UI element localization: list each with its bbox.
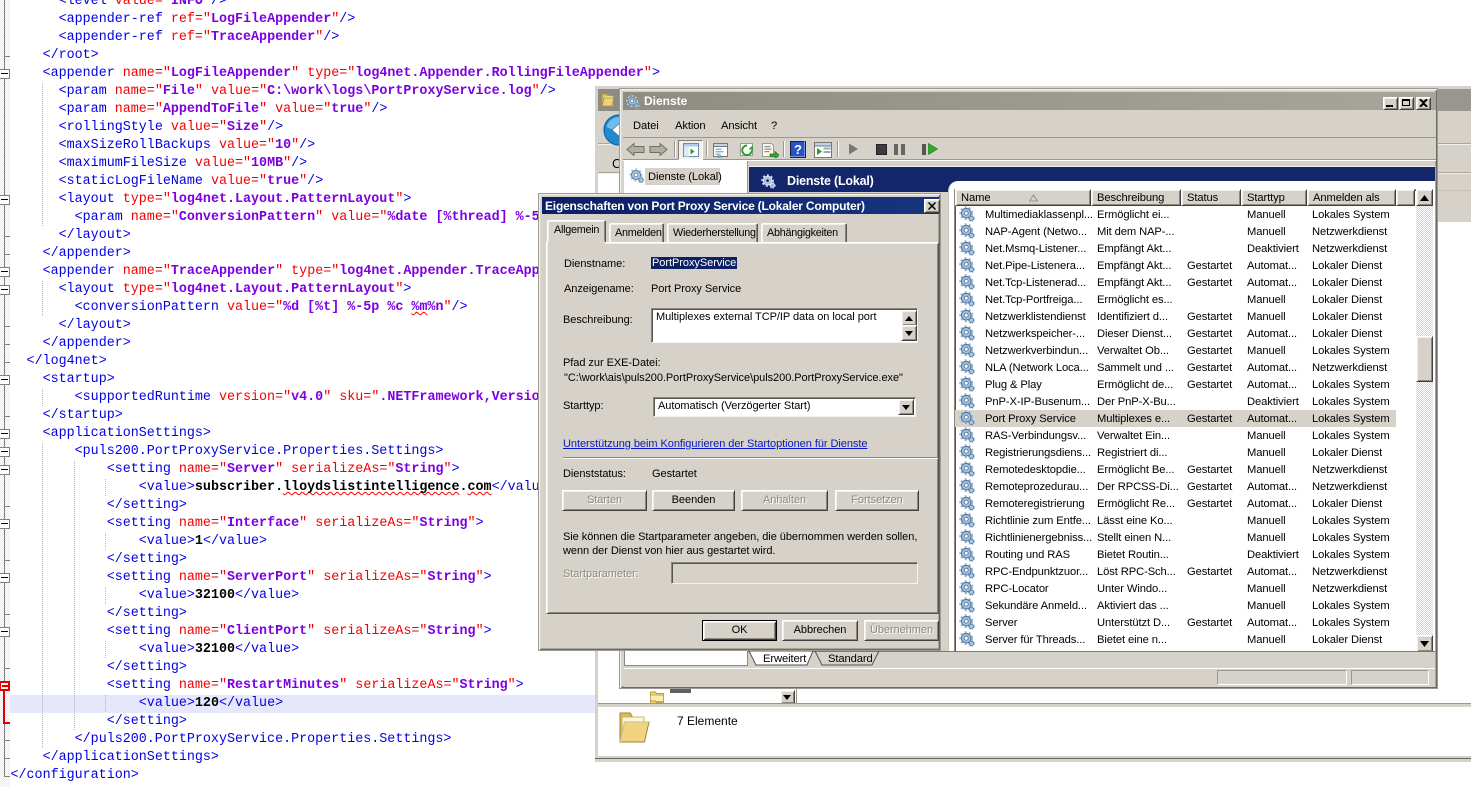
svg-text:?: ? xyxy=(794,142,802,157)
